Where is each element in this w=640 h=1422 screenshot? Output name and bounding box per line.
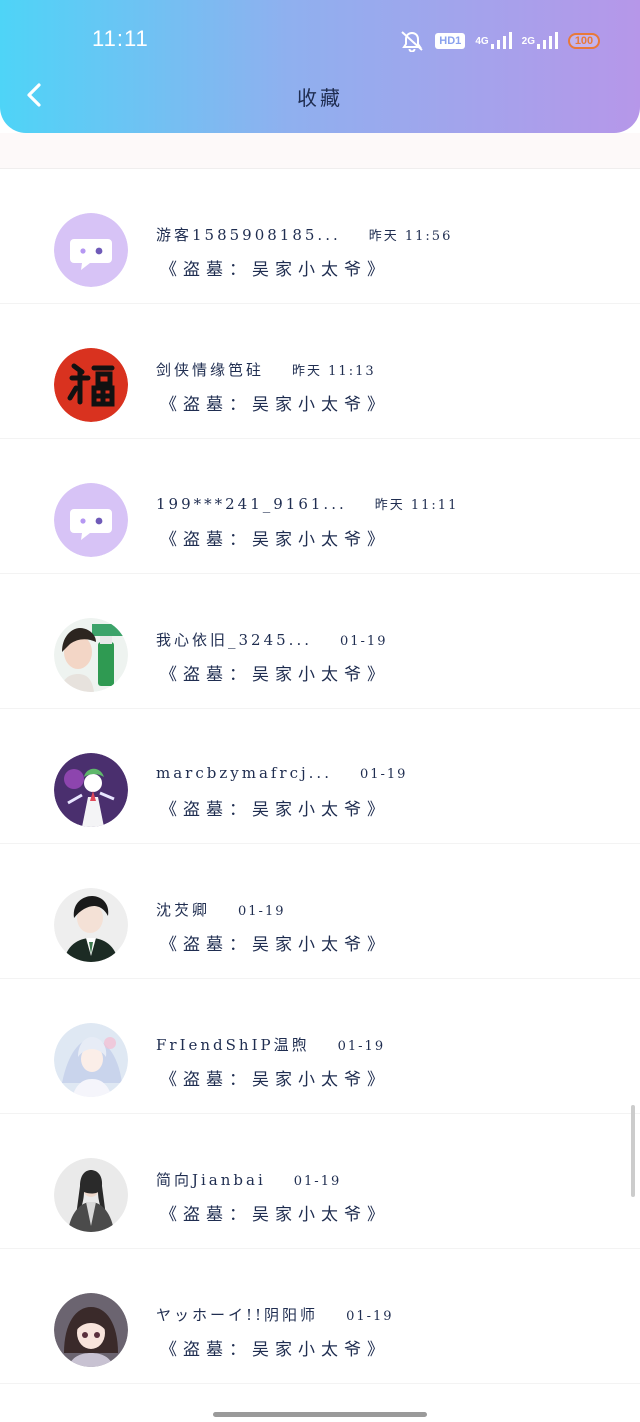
item-title-line: 简向Jianbai 01-19 [156,1169,341,1190]
item-book-title: 《盗墓：吴家小太爷》 [160,260,390,280]
chat-bubble-icon [54,483,128,557]
avatar[interactable] [54,753,128,827]
avatar[interactable] [54,1158,128,1232]
item-title-line: 我心依旧_3245... 01-19 [156,629,387,650]
item-title-line: FrIendShIP温煦 01-19 [156,1034,385,1055]
item-time: 01-19 [293,1174,342,1189]
signal-2g-icon: 2G [522,32,558,50]
list-item[interactable]: 沈芡卿 01-19 《盗墓：吴家小太爷》 [0,844,640,979]
item-book-title: 《盗墓：吴家小太爷》 [160,665,390,685]
list-item[interactable]: 剑侠情缘笆砫 昨天 11:13 《盗墓：吴家小太爷》 [0,304,640,439]
item-title-line: 199***241_9161... 昨天 11:11 [156,494,458,513]
list-item[interactable]: marcbzymafrcj... 01-19 《盗墓：吴家小太爷》 [0,709,640,844]
net-label-2g: 2G [521,35,535,47]
item-book-title: 《盗墓：吴家小太爷》 [160,1340,390,1360]
fu-character-icon [54,348,128,422]
anime-girl-icon [54,1023,128,1097]
item-book-title: 《盗墓：吴家小太爷》 [160,530,390,550]
item-book-title: 《盗墓：吴家小太爷》 [160,1205,390,1225]
avatar[interactable] [54,213,128,287]
woman-portrait-icon [54,618,128,692]
ancient-man-icon [54,1158,128,1232]
status-icons: HD1 4G 2G 100 [399,28,600,54]
mute-bell-icon [399,30,425,52]
user-name: 我心依旧_3245... [156,631,312,649]
item-title-line: ヤッホーイ!!阴阳师 01-19 [156,1304,394,1325]
item-time: 01-19 [337,1039,386,1054]
status-time: 11:11 [92,26,149,51]
list-item[interactable]: 游客1585908185... 昨天 11:56 《盗墓：吴家小太爷》 [0,169,640,304]
avatar[interactable] [54,1293,128,1367]
list-item[interactable]: 199***241_9161... 昨天 11:11 《盗墓：吴家小太爷》 [0,439,640,574]
item-time: 01-19 [238,904,286,919]
user-name: marcbzymafrcj... [156,764,332,782]
page-title: 收藏 [297,86,343,110]
item-title-line: 沈芡卿 01-19 [156,899,286,920]
item-time: 01-19 [346,1309,394,1324]
item-title-line: marcbzymafrcj... 01-19 [156,764,407,782]
user-name: 简向Jianbai [156,1171,266,1189]
list-item[interactable]: FrIendShIP温煦 01-19 《盗墓：吴家小太爷》 [0,979,640,1114]
user-name: 沈芡卿 [156,901,211,919]
item-time: 01-19 [339,634,388,649]
item-time: 昨天 11:13 [292,364,376,379]
user-name: 剑侠情缘笆砫 [156,361,265,379]
item-time: 01-19 [359,767,408,782]
signal-4g-icon: 4G [475,32,512,50]
item-book-title: 《盗墓：吴家小太爷》 [160,395,390,415]
item-book-title: 《盗墓：吴家小太爷》 [160,1070,390,1090]
avatar[interactable] [54,1023,128,1097]
user-name: 199***241_9161... [156,495,347,513]
item-time: 昨天 11:56 [368,229,453,244]
battery-icon: 100 [568,33,600,49]
chat-bubble-icon [54,213,128,287]
chibi-girl-icon [54,1293,128,1367]
list-item[interactable]: 我心依旧_3245... 01-19 《盗墓：吴家小太爷》 [0,574,640,709]
hd-icon: HD1 [435,33,466,49]
item-title-line: 剑侠情缘笆砫 昨天 11:13 [156,359,376,380]
scrollbar[interactable] [631,1105,635,1197]
list-item[interactable]: 简向Jianbai 01-19 《盗墓：吴家小太爷》 [0,1114,640,1249]
user-name: 游客1585908185... [156,226,341,244]
item-title-line: 游客1585908185... 昨天 11:56 [156,224,452,245]
list-item[interactable]: ヤッホーイ!!阴阳师 01-19 《盗墓：吴家小太爷》 [0,1249,640,1384]
item-book-title: 《盗墓：吴家小太爷》 [160,935,390,955]
user-name: ヤッホーイ!!阴阳师 [156,1306,319,1324]
item-book-title: 《盗墓：吴家小太爷》 [160,800,390,820]
pokemon-character-icon [54,753,128,827]
anime-boy-icon [54,888,128,962]
avatar[interactable] [54,888,128,962]
user-name: FrIendShIP温煦 [156,1036,310,1054]
avatar[interactable] [54,483,128,557]
favorites-list: 游客1585908185... 昨天 11:56 《盗墓：吴家小太爷》 剑侠情缘笆… [0,133,640,1384]
list-top-strip [0,133,640,169]
item-time: 昨天 11:11 [374,498,459,513]
net-label-4g: 4G [475,35,489,47]
avatar[interactable] [54,618,128,692]
avatar[interactable] [54,348,128,422]
home-indicator[interactable] [213,1412,427,1417]
top-header: 11:11 HD1 4G 2G 100 收藏 [0,0,640,133]
